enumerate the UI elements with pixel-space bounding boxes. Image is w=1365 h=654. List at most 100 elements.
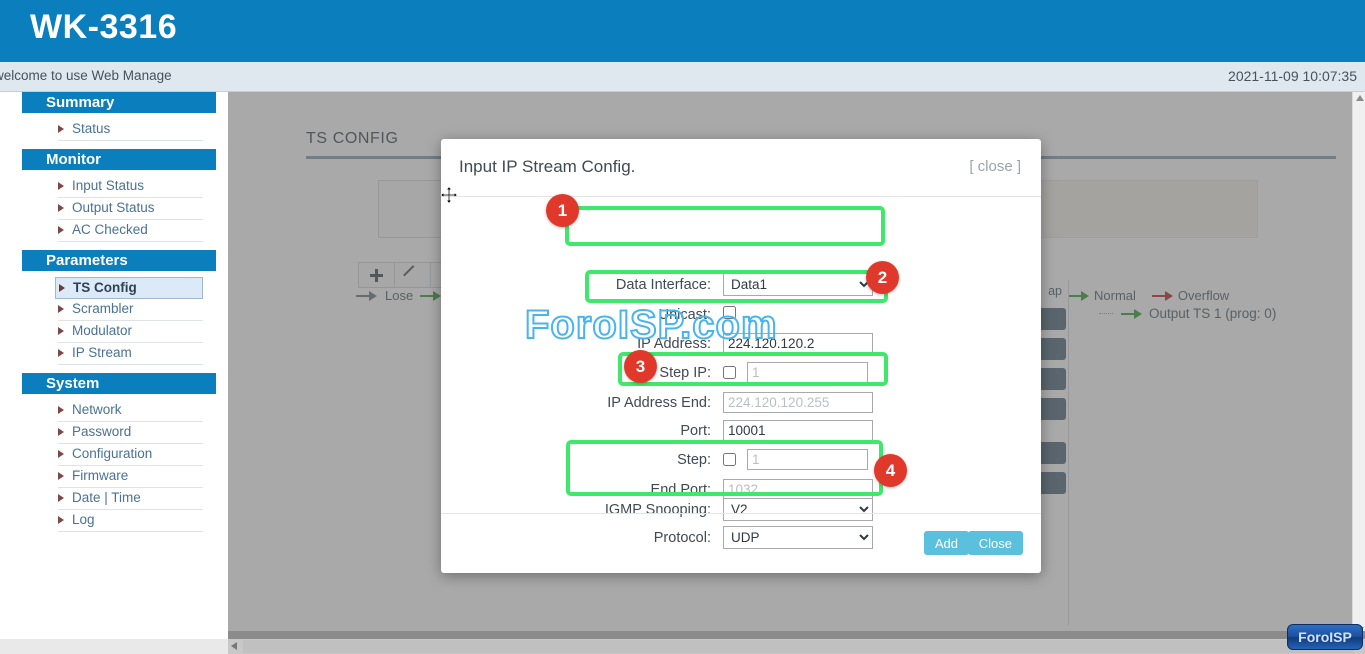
- ip-address-input[interactable]: [723, 333, 873, 354]
- annotation-badge-2: 2: [866, 261, 899, 294]
- vertical-scrollbar[interactable]: [1352, 92, 1365, 639]
- control-end-port: [723, 479, 873, 500]
- sidebar-item-label: Password: [72, 424, 131, 439]
- sidebar-item-status[interactable]: Status: [58, 119, 203, 141]
- dialog-footer: Add Close: [441, 513, 1041, 572]
- sidebar-item-input-status[interactable]: Input Status: [58, 176, 203, 198]
- close-button[interactable]: Close: [968, 531, 1023, 555]
- sidebar-group-title-system: System: [22, 373, 216, 394]
- control-ip-address: [723, 333, 873, 354]
- sidebar-item-modulator[interactable]: Modulator: [58, 321, 203, 343]
- chevron-right-icon: [58, 450, 64, 458]
- sidebar-item-label: Modulator: [72, 323, 132, 338]
- scroll-up-icon[interactable]: [1355, 95, 1364, 104]
- sidebar-item-date-time[interactable]: Date | Time: [58, 488, 203, 510]
- sidebar-group-title-summary: Summary: [22, 92, 216, 113]
- row-step-ip: Step IP:: [441, 361, 1041, 384]
- row-step: Step:: [441, 448, 1041, 471]
- port-input[interactable]: [723, 420, 873, 441]
- brand-title: WK-3316: [30, 8, 177, 47]
- horizontal-scrollbar[interactable]: [228, 639, 1365, 654]
- sidebar-item-password[interactable]: Password: [58, 422, 203, 444]
- data-interface-select[interactable]: Data1: [723, 273, 873, 296]
- label-ip-address-end: IP Address End:: [541, 395, 711, 411]
- sidebar-item-label: Scrambler: [72, 301, 134, 316]
- chevron-right-icon: [58, 182, 64, 190]
- chevron-right-icon: [58, 327, 64, 335]
- sidebar-item-ip-stream[interactable]: IP Stream: [58, 343, 203, 365]
- welcome-bar: welcome to use Web Manage 2021-11-09 10:…: [0, 62, 1365, 92]
- welcome-text: welcome to use Web Manage: [0, 68, 172, 83]
- add-button[interactable]: Add: [924, 531, 969, 555]
- app-root: WK-3316 welcome to use Web Manage 2021-1…: [0, 0, 1365, 654]
- control-ip-address-end: [723, 392, 873, 413]
- sidebar-item-label: Network: [72, 402, 122, 417]
- row-ip-address-end: IP Address End:: [441, 391, 1041, 414]
- chevron-right-icon: [58, 494, 64, 502]
- label-data-interface: Data Interface:: [541, 277, 711, 293]
- label-step: Step:: [541, 452, 711, 468]
- close-link[interactable]: [ close ]: [969, 158, 1021, 175]
- scroll-left-icon[interactable]: [231, 642, 237, 650]
- control-data-interface: Data1: [723, 273, 873, 296]
- sidebar-item-configuration[interactable]: Configuration: [58, 444, 203, 466]
- sidebar-item-firmware[interactable]: Firmware: [58, 466, 203, 488]
- sidebar-item-label: Date | Time: [72, 490, 141, 505]
- chevron-right-icon: [58, 349, 64, 357]
- step-ip-input[interactable]: [747, 362, 868, 383]
- sidebar-item-ac-checked[interactable]: AC Checked: [58, 220, 203, 242]
- sidebar-item-ts-config[interactable]: TS Config: [55, 277, 203, 299]
- sidebar-item-label: IP Stream: [72, 345, 132, 360]
- sidebar-item-label: Firmware: [72, 468, 128, 483]
- step-input[interactable]: [747, 449, 868, 470]
- chevron-right-icon: [58, 516, 64, 524]
- sidebar-item-label: TS Config: [73, 280, 137, 295]
- row-ip-address: IP Address:: [441, 332, 1041, 355]
- sidebar-group-parameters: TS Config Scrambler Modulator IP Stream: [22, 271, 216, 373]
- control-step-ip: [723, 362, 868, 383]
- chevron-right-icon: [59, 284, 65, 292]
- sidebar-item-scrambler[interactable]: Scrambler: [58, 299, 203, 321]
- sidebar-item-label: AC Checked: [72, 222, 148, 237]
- annotation-badge-1: 1: [546, 194, 579, 227]
- control-step: [723, 449, 868, 470]
- step-ip-checkbox[interactable]: [723, 366, 736, 379]
- sidebar-group-system: Network Password Configuration Firmware …: [22, 394, 216, 540]
- chevron-right-icon: [58, 226, 64, 234]
- sidebar: Summary Status Monitor Input Status Outp…: [22, 92, 216, 654]
- unicast-checkbox[interactable]: [723, 306, 736, 319]
- label-ip-address: IP Address:: [541, 336, 711, 352]
- left-bottom-pad: [0, 639, 228, 654]
- label-end-port: End Port:: [541, 482, 711, 498]
- input-ip-stream-config-dialog: Input IP Stream Config. [ close ] Data I…: [441, 139, 1041, 573]
- sidebar-group-title-parameters: Parameters: [22, 250, 216, 271]
- chevron-right-icon: [58, 428, 64, 436]
- label-port: Port:: [541, 423, 711, 439]
- row-port: Port:: [441, 419, 1041, 442]
- sidebar-item-network[interactable]: Network: [58, 400, 203, 422]
- end-port-input[interactable]: [723, 479, 873, 500]
- step-checkbox[interactable]: [723, 453, 736, 466]
- sidebar-item-label: Input Status: [72, 178, 144, 193]
- sidebar-item-label: Configuration: [72, 446, 152, 461]
- ip-address-end-input[interactable]: [723, 392, 873, 413]
- sidebar-group-monitor: Input Status Output Status AC Checked: [22, 170, 216, 250]
- control-unicast: [723, 306, 736, 324]
- sidebar-item-label: Output Status: [72, 200, 155, 215]
- control-port: [723, 420, 873, 441]
- sidebar-item-log[interactable]: Log: [58, 510, 203, 532]
- sidebar-group-title-monitor: Monitor: [22, 149, 216, 170]
- dialog-header: Input IP Stream Config. [ close ]: [441, 139, 1041, 197]
- label-unicast: Unicast:: [541, 307, 711, 323]
- watermark-badge: ForoISP: [1287, 624, 1363, 650]
- sidebar-item-output-status[interactable]: Output Status: [58, 198, 203, 220]
- bottom-strip: [228, 631, 1365, 639]
- dialog-body: Data Interface: Data1 Unicast: IP Addres…: [441, 197, 1041, 513]
- chevron-right-icon: [58, 305, 64, 313]
- chevron-right-icon: [58, 125, 64, 133]
- top-header: WK-3316: [0, 0, 1365, 62]
- chevron-right-icon: [58, 472, 64, 480]
- horizontal-scroll-thumb[interactable]: [243, 640, 1353, 653]
- move-cursor-icon: [440, 186, 458, 204]
- sidebar-item-label: Status: [72, 121, 110, 136]
